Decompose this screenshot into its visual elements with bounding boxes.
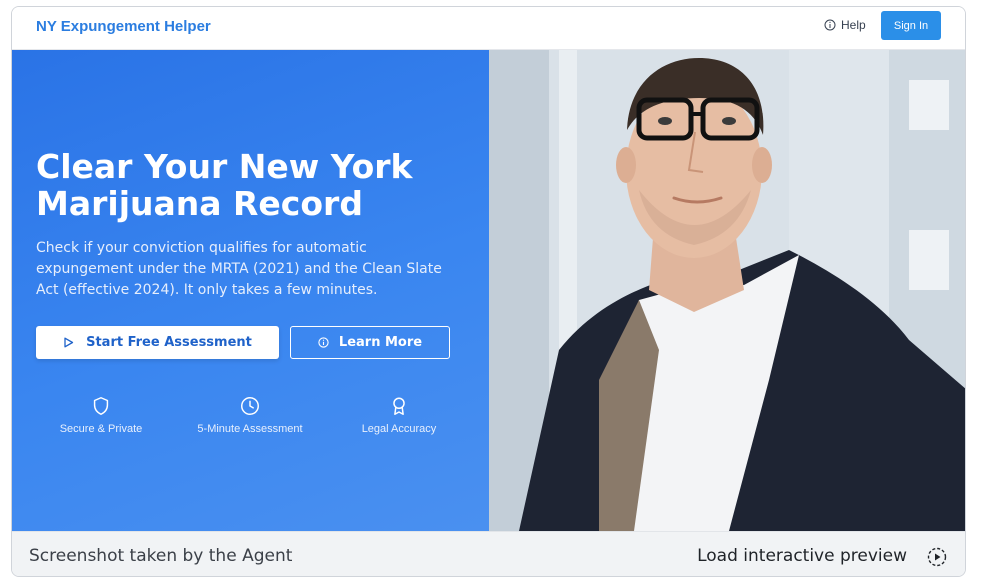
hero-title: Clear Your New York Marijuana Record — [36, 147, 413, 223]
start-assessment-label: Start Free Assessment — [86, 335, 252, 350]
learn-more-button[interactable]: Learn More — [290, 326, 450, 359]
brand-logo-text[interactable]: NY Expungement Helper — [36, 18, 211, 35]
help-link[interactable]: Help — [824, 18, 866, 32]
hero-panel: Clear Your New York Marijuana Record Che… — [12, 50, 489, 531]
hero-description: Check if your conviction qualifies for a… — [36, 240, 442, 298]
info-icon — [824, 19, 836, 31]
sign-in-button[interactable]: Sign In — [881, 11, 941, 40]
person-photo — [489, 50, 965, 531]
feature-legal-accuracy: Legal Accuracy — [319, 395, 479, 435]
feature-label: Secure & Private — [59, 423, 143, 435]
feature-five-minute: 5-Minute Assessment — [170, 395, 330, 435]
shield-icon — [93, 397, 109, 415]
hero-photo — [489, 50, 965, 531]
feature-label: Legal Accuracy — [361, 423, 437, 435]
agent-caption: Screenshot taken by the Agent — [29, 546, 293, 566]
feature-label: 5-Minute Assessment — [197, 423, 303, 435]
help-label: Help — [841, 18, 866, 32]
start-assessment-button[interactable]: Start Free Assessment — [36, 326, 279, 359]
award-icon — [393, 397, 405, 415]
load-preview-link[interactable]: Load interactive preview — [697, 546, 907, 566]
feature-secure: Secure & Private — [21, 395, 181, 435]
learn-more-label: Learn More — [338, 335, 423, 350]
clock-icon — [241, 397, 259, 415]
top-navbar: NY Expungement Helper Help Sign In — [12, 7, 965, 50]
play-icon — [64, 337, 74, 348]
agent-status-bar: Screenshot taken by the Agent Load inter… — [12, 531, 965, 576]
browser-frame: NY Expungement Helper Help Sign In Clear… — [11, 6, 966, 577]
play-circle-icon[interactable] — [927, 547, 947, 567]
info-icon — [318, 337, 329, 348]
